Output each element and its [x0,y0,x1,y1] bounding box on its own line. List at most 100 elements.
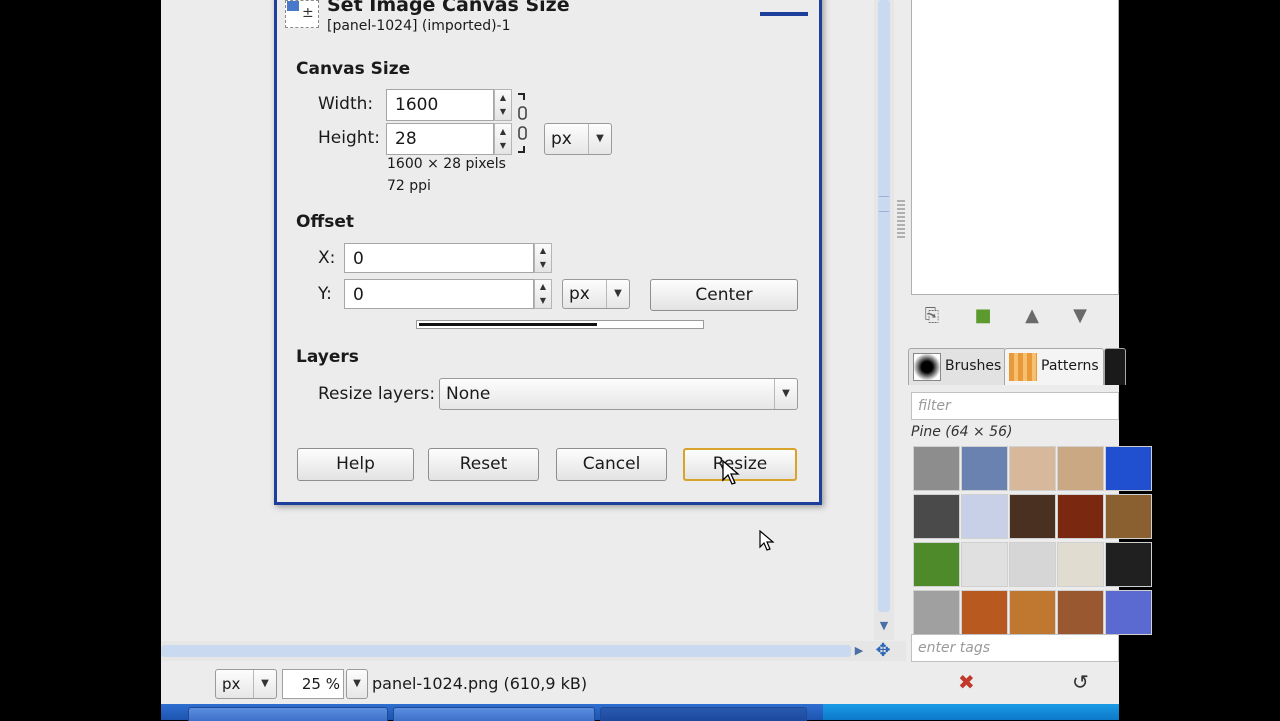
height-value: 28 [395,129,417,149]
chain-link-icon[interactable] [516,92,530,154]
new-layer-icon[interactable]: ⎘ [918,303,946,329]
canvas-unit-value: px [551,129,572,149]
layers-heading: Layers [296,347,359,367]
status-file-info: panel-1024.png (610,9 kB) [372,674,588,693]
spin-down-icon[interactable]: ▼ [495,108,511,116]
canvas-size-heading: Canvas Size [296,59,411,79]
offset-unit-select[interactable]: px ▼ [562,279,630,309]
tab-patterns[interactable]: Patterns [1004,348,1104,385]
offset-y-input[interactable]: 0 [344,279,534,309]
pattern-swatch[interactable] [913,446,960,491]
offset-unit-value: px [569,284,590,304]
pattern-swatch[interactable] [961,590,1008,635]
tab-label: Brushes [945,358,1002,374]
resize-layers-value: None [446,384,491,404]
filter-input[interactable]: filter [911,392,1119,420]
folder-icon[interactable]: ■ [969,303,997,329]
pattern-swatch[interactable] [913,542,960,587]
zoom-value: 25 % [301,675,340,693]
status-unit-select[interactable]: px ▼ [215,669,277,699]
height-spinner[interactable]: ▲ ▼ [494,123,512,155]
spin-down-icon[interactable]: ▼ [535,261,551,269]
offset-x-spinner[interactable]: ▲ ▼ [534,243,552,273]
arrow-up-icon[interactable]: ▲ [1018,303,1046,329]
pattern-swatch[interactable] [1105,446,1152,491]
vertical-scroll-track[interactable] [878,0,890,612]
pattern-swatch[interactable] [1009,590,1056,635]
offset-x-input[interactable]: 0 [344,243,534,273]
delete-icon[interactable]: ✖ [958,670,975,694]
navigate-icon[interactable]: ✥ [873,641,893,661]
chevron-down-icon: ▼ [353,678,361,689]
pattern-swatch[interactable] [961,542,1008,587]
scroll-right-icon[interactable]: ▶ [851,643,867,659]
dialog-subtitle: [panel-1024] (imported)-1 [327,18,511,34]
spin-up-icon[interactable]: ▲ [535,247,551,255]
pattern-swatch[interactable] [1105,494,1152,539]
zoom-dropdown[interactable]: ▼ [346,669,368,699]
taskbar-button[interactable] [188,707,388,721]
chevron-down-icon: ▼ [774,379,797,409]
tab-brushes[interactable]: Brushes [908,348,1006,385]
canvas-size-icon: ± [285,0,319,28]
resize-layers-select[interactable]: None ▼ [439,378,798,410]
help-button[interactable]: Help [297,448,414,481]
spin-up-icon[interactable]: ▲ [495,94,511,102]
pattern-swatch[interactable] [1057,446,1104,491]
width-value: 1600 [395,95,439,115]
taskbar-button[interactable] [393,707,595,721]
dialog-separator [760,12,808,16]
pattern-name: Pine (64 × 56) [911,424,1013,440]
center-button[interactable]: Center [650,279,798,311]
spin-down-icon[interactable]: ▼ [495,142,511,150]
pattern-swatch[interactable] [1009,446,1056,491]
taskbar-button-active[interactable] [600,707,807,721]
reset-button[interactable]: Reset [428,448,539,481]
pattern-swatch[interactable] [913,590,960,635]
scroll-down-icon[interactable]: ▼ [876,618,892,634]
offset-preview-bar [419,323,597,326]
system-tray [823,704,1119,720]
vertical-scroll-grip[interactable] [879,196,889,212]
width-label: Width: [318,94,374,114]
offset-y-spinner[interactable]: ▲ ▼ [534,279,552,309]
pattern-swatch[interactable] [1009,542,1056,587]
zoom-input[interactable]: 25 % [282,669,344,699]
offset-preview[interactable] [416,320,704,329]
resize-button[interactable]: Resize [683,448,797,481]
pattern-swatch[interactable] [1105,590,1152,635]
cancel-button[interactable]: Cancel [556,448,667,481]
offset-x-label: X: [318,248,336,268]
pattern-swatch[interactable] [1057,542,1104,587]
horizontal-scroll-track[interactable] [161,645,851,657]
pattern-swatch[interactable] [1105,542,1152,587]
tab-gradients[interactable] [1104,348,1126,385]
chevron-down-icon: ▼ [588,124,611,154]
pattern-swatch[interactable] [1057,494,1104,539]
pattern-swatch[interactable] [961,494,1008,539]
canvas-pixels-info: 1600 × 28 pixels [387,156,506,172]
horizontal-scrollbar[interactable]: ▶ [161,641,1036,661]
layers-list[interactable] [911,0,1119,295]
brush-icon [913,353,941,381]
width-input[interactable]: 1600 [386,89,494,121]
status-unit-value: px [222,675,241,693]
height-input[interactable]: 28 [386,123,494,155]
mouse-pointer-icon [722,460,740,485]
chevron-down-icon: ▼ [253,670,276,698]
spin-down-icon[interactable]: ▼ [535,297,551,305]
refresh-icon[interactable]: ↺ [1072,670,1089,694]
vertical-scrollbar[interactable]: ▼ [874,0,894,640]
arrow-down-icon[interactable]: ▼ [1066,303,1094,329]
chevron-down-icon: ▼ [606,280,629,308]
spin-up-icon[interactable]: ▲ [535,283,551,291]
width-spinner[interactable]: ▲ ▼ [494,89,512,121]
canvas-unit-select[interactable]: px ▼ [544,123,612,155]
dock-resize-handle[interactable] [897,200,905,240]
pattern-swatch[interactable] [961,446,1008,491]
pattern-swatch[interactable] [1009,494,1056,539]
pattern-swatch[interactable] [913,494,960,539]
pattern-swatch[interactable] [1057,590,1104,635]
tags-input[interactable]: enter tags [911,634,1119,662]
spin-up-icon[interactable]: ▲ [495,128,511,136]
